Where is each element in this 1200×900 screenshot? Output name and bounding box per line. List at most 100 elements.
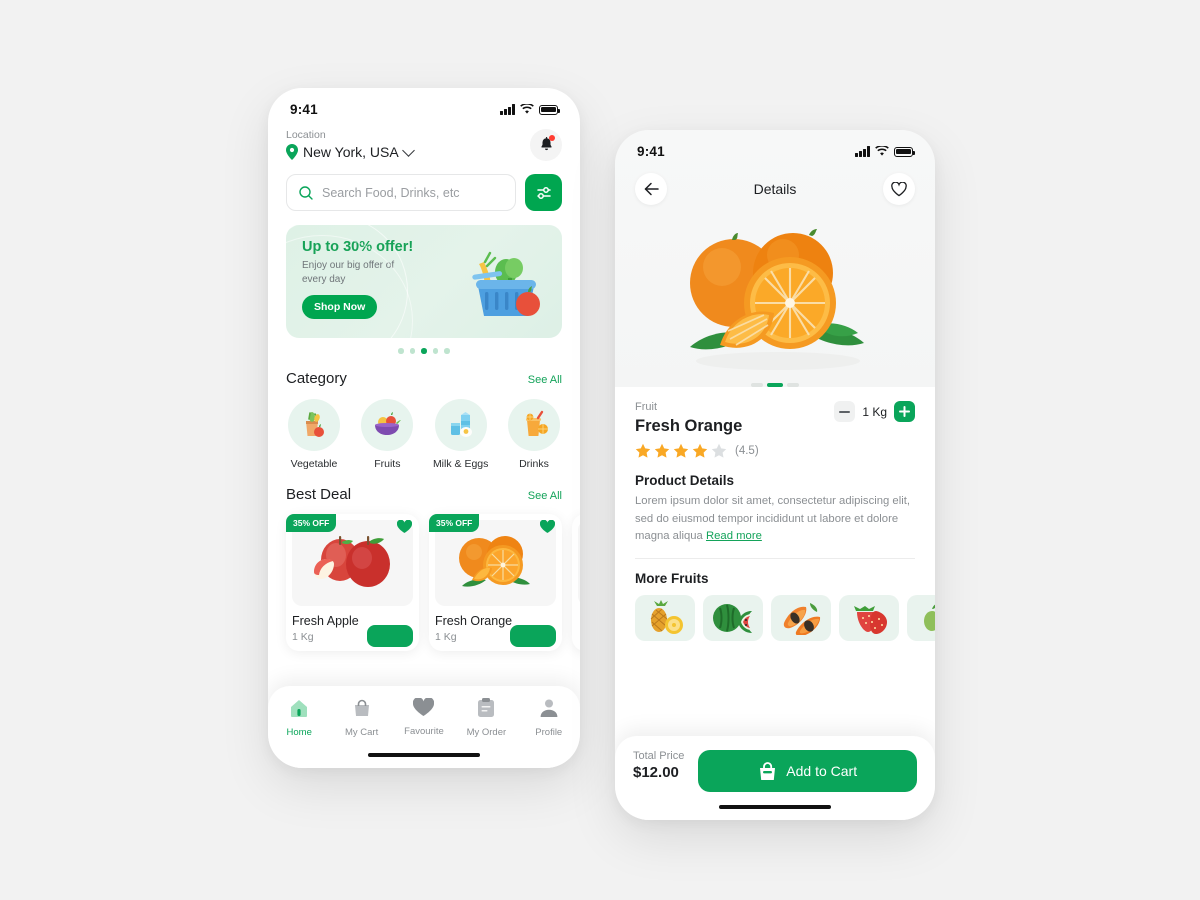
product-rating: (4.5) [635,443,915,459]
status-bar: 9:41 [268,88,580,119]
category-item-milk-eggs[interactable]: Milk & Eggs [433,398,489,470]
chevron-down-icon [401,143,415,157]
more-fruit-partial[interactable] [907,594,935,641]
more-fruits-list [635,594,935,641]
papaya-image [783,602,821,635]
tab-home[interactable]: Home [271,698,327,738]
category-label: Drinks [519,457,549,470]
tab-profile[interactable]: Profile [521,698,577,738]
fruits-bowl-icon [361,398,414,451]
orange-image [435,519,556,606]
strawberry-image [854,605,887,634]
dot-3-active[interactable] [421,348,427,354]
location-pin-icon [286,144,298,160]
product-card-orange[interactable]: 35% OFF Fresh Orange 1 Kg [429,513,562,651]
filter-sliders-icon [536,186,551,199]
best-deal-see-all[interactable]: See All [528,490,562,502]
tab-label: My Order [466,727,507,738]
status-time: 9:41 [290,102,318,117]
category-item-vegetable[interactable]: Vegetable [286,398,342,470]
product-titles: Fruit Fresh Orange [635,401,742,436]
dot-4[interactable] [432,348,439,354]
discount-badge: 35% OFF [429,513,480,532]
favourite-heart-icon[interactable] [539,519,556,539]
section-divider [635,557,915,559]
dot-5[interactable] [444,348,450,354]
product-card-apple[interactable]: 35% OFF Fresh Apple 1 Kg [286,513,419,651]
favourite-heart-icon[interactable] [396,519,413,539]
rating-value: (4.5) [735,445,759,457]
watermelon-image [713,603,752,633]
promo-banner-wrap: Up to 30% offer! Enjoy our big offer of … [268,211,580,354]
vegetable-icon [288,398,340,451]
filter-button[interactable] [525,174,562,211]
more-fruit-papaya[interactable] [771,594,831,641]
total-price-value: $12.00 [633,764,679,781]
partial-tile-image [924,604,935,631]
details-screen-phone: 9:41 Details Fruit Fresh Orange 1 Kg (4.… [615,130,935,820]
details-bottom-bar: Total Price $12.00 Add to Cart [615,736,935,820]
product-hero-image [615,207,935,389]
page-title: Details [753,181,797,197]
category-see-all[interactable]: See All [528,374,562,386]
category-label: Fruits [374,457,401,470]
quantity-increase-button[interactable] [894,401,915,422]
minus-icon [839,410,851,413]
grocery-basket-illustration [454,242,546,330]
quantity-decrease-button[interactable] [834,401,856,422]
dot-2[interactable] [409,348,416,354]
location-block[interactable]: Location New York, USA [286,129,415,160]
status-time: 9:41 [637,144,665,159]
best-deal-title: Best Deal [286,485,352,503]
add-to-cart-button[interactable] [510,624,556,647]
star-icon [635,443,651,458]
milk-eggs-icon [434,398,487,451]
details-body: Fruit Fresh Orange 1 Kg (4.5) Product De… [615,387,935,641]
search-input[interactable]: Search Food, Drinks, etc [286,174,516,211]
signal-icon [855,146,870,157]
read-more-link[interactable]: Read more [706,530,762,542]
location-label: Location [286,129,326,141]
status-bar: 9:41 [615,130,935,161]
product-name: Fresh Orange [635,417,743,435]
product-card-partial[interactable] [572,513,580,651]
screenshot-stage: 9:41 Location New York, USA Search Food,… [0,0,1200,900]
quantity-stepper[interactable]: 1 Kg [834,401,915,422]
category-item-drinks[interactable]: Drinks [506,398,562,470]
back-button[interactable] [635,173,667,205]
tab-favourite[interactable]: Favourite [396,697,452,737]
product-details-title: Product Details [635,473,735,488]
star-icon [692,443,708,458]
dot-1[interactable] [398,348,404,354]
more-fruits-title: More Fruits [635,570,709,586]
partial-product-image [578,519,580,606]
location-row: Location New York, USA [268,119,580,161]
tab-label: Home [286,727,312,738]
location-selector[interactable]: New York, USA [286,143,415,160]
add-to-cart-button[interactable]: Add to Cart [698,750,917,792]
promo-subtitle: Enjoy our big offer of every day [302,260,395,285]
tab-label: My Cart [344,727,379,738]
total-price-label: Total Price [633,750,685,762]
category-label: Vegetable [290,457,338,470]
category-item-fruits[interactable]: Fruits [359,398,415,470]
more-fruit-strawberry[interactable] [839,594,899,641]
add-to-cart-button[interactable] [367,624,413,647]
category-list: Vegetable Fruits Milk & Eggs Drinks [268,387,580,470]
more-fruit-pineapple[interactable] [635,594,695,641]
category-title: Category [286,369,347,387]
bottom-navigation: Home My Cart Favourite My Order Profile [268,686,580,768]
battery-icon [894,146,916,157]
home-indicator [719,804,831,809]
notifications-button[interactable] [530,129,562,161]
tab-my-order[interactable]: My Order [458,698,514,738]
tab-my-cart[interactable]: My Cart [334,698,390,738]
more-fruit-watermelon[interactable] [703,594,763,641]
battery-icon [539,104,561,115]
add-to-cart-label: Add to Cart [786,763,858,779]
pineapple-image [650,599,683,634]
shop-now-button[interactable]: Shop Now [302,295,378,319]
favourite-button[interactable] [882,173,915,205]
wifi-icon [520,104,534,114]
promo-banner[interactable]: Up to 30% offer! Enjoy our big offer of … [286,225,562,338]
